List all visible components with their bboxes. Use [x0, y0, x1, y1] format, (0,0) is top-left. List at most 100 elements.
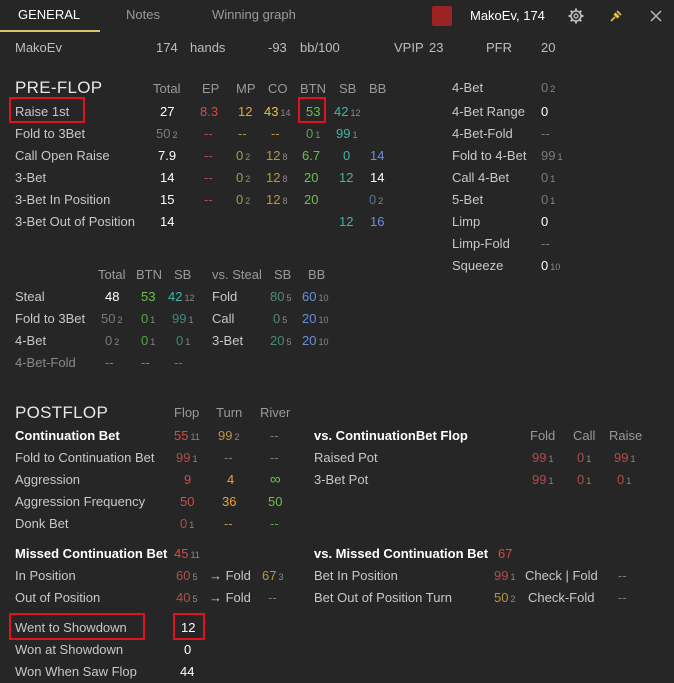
stat-value[interactable]: -- — [238, 126, 247, 141]
stat-value[interactable]: 20 10 — [302, 311, 328, 326]
stat-value[interactable]: 45 11 — [174, 546, 200, 561]
stat-value[interactable]: 50 2 — [494, 590, 515, 605]
tab-general[interactable]: GENERAL — [18, 7, 80, 22]
stat-label-4bet-range[interactable]: 4-Bet Range — [452, 104, 525, 119]
stat-label-limp-fold[interactable]: Limp-Fold — [452, 236, 510, 251]
stat-value[interactable]: 15 — [160, 192, 174, 207]
pin-icon[interactable] — [606, 6, 626, 26]
stat-value[interactable]: 01 — [141, 333, 155, 348]
player-color-swatch[interactable] — [432, 6, 452, 26]
stat-value[interactable]: -- — [270, 450, 279, 465]
stat-label-donk-bet[interactable]: Donk Bet — [15, 516, 68, 531]
stat-value[interactable]: -- — [141, 355, 150, 370]
stat-value[interactable]: 42 12 — [168, 289, 194, 304]
stat-value[interactable]: 0 10 — [541, 258, 560, 273]
stat-value[interactable]: 01 — [306, 126, 320, 141]
stat-value[interactable]: 8.3 — [200, 104, 218, 119]
stat-label-5bet[interactable]: 5-Bet — [452, 192, 483, 207]
stat-value[interactable]: -- — [618, 568, 627, 583]
stat-label-raised-pot[interactable]: Raised Pot — [314, 450, 378, 465]
stat-value[interactable]: 01 — [577, 472, 591, 487]
stat-label-call-4bet[interactable]: Call 4-Bet — [452, 170, 509, 185]
stat-label-3bet-in-position[interactable]: 3-Bet In Position — [15, 192, 110, 207]
stat-value[interactable]: 12 — [238, 104, 252, 119]
stat-value[interactable]: 02 — [369, 192, 383, 207]
stat-value[interactable]: 40 5 — [176, 590, 197, 605]
stat-value[interactable]: 02 — [236, 148, 250, 163]
stat-value[interactable]: 99 1 — [336, 126, 357, 141]
stat-value[interactable]: ∞ — [270, 471, 281, 488]
stat-value[interactable]: 16 — [370, 214, 384, 229]
stat-value[interactable]: -- — [105, 355, 114, 370]
stat-value[interactable]: 01 — [541, 192, 555, 207]
stat-value[interactable]: 60 5 — [176, 568, 197, 583]
gear-icon[interactable] — [566, 6, 586, 26]
stat-label-3bet-pot[interactable]: 3-Bet Pot — [314, 472, 368, 487]
stat-value[interactable]: 02 — [105, 333, 119, 348]
stat-value[interactable]: 6.7 — [302, 148, 320, 163]
stat-value[interactable]: 9 — [184, 472, 191, 487]
stat-value[interactable]: 67 3 — [262, 568, 283, 583]
stat-label-fold-to-4bet[interactable]: Fold to 4-Bet — [452, 148, 526, 163]
stat-label-squeeze[interactable]: Squeeze — [452, 258, 503, 273]
stat-value[interactable]: 50 2 — [156, 126, 177, 141]
stat-value[interactable]: -- — [268, 590, 277, 605]
stat-value[interactable]: 4 — [227, 472, 234, 487]
stat-value[interactable]: 14 — [370, 148, 384, 163]
stat-value[interactable]: 12 8 — [266, 192, 287, 207]
stat-label-aggression[interactable]: Aggression — [15, 472, 80, 487]
stat-value[interactable]: 01 — [577, 450, 591, 465]
stat-value[interactable]: 99 1 — [494, 568, 515, 583]
stat-label-vs-steal-3bet[interactable]: 3-Bet — [212, 333, 243, 348]
stat-value[interactable]: 05 — [273, 311, 287, 326]
stat-label-aggression-frequency[interactable]: Aggression Frequency — [15, 494, 145, 509]
stat-value[interactable]: 12 — [339, 214, 353, 229]
stat-value[interactable]: 20 — [304, 170, 318, 185]
stat-label-limp[interactable]: Limp — [452, 214, 480, 229]
stat-label-bet-in-position[interactable]: Bet In Position — [314, 568, 398, 583]
stat-value[interactable]: 20 10 — [302, 333, 328, 348]
stat-label-3bet-out-of-position[interactable]: 3-Bet Out of Position — [15, 214, 135, 229]
stat-value[interactable]: -- — [541, 126, 550, 141]
stat-value[interactable]: 50 2 — [101, 311, 122, 326]
stat-label-fold-to-3bet[interactable]: Fold to 3Bet — [15, 126, 85, 141]
stat-value[interactable]: 0 — [343, 148, 350, 163]
stat-value[interactable]: 12 8 — [266, 148, 287, 163]
stat-label-steal-fold-to-3bet[interactable]: Fold to 3Bet — [15, 311, 85, 326]
stat-value[interactable]: -- — [271, 126, 280, 141]
stat-value[interactable]: -- — [204, 126, 213, 141]
stat-value[interactable]: -- — [618, 590, 627, 605]
stat-label-continuation-bet[interactable]: Continuation Bet — [15, 428, 120, 443]
stat-value[interactable]: -- — [204, 192, 213, 207]
stat-value[interactable]: 36 — [222, 494, 236, 509]
stat-value[interactable]: 60 10 — [302, 289, 328, 304]
stat-value[interactable]: -- — [224, 450, 233, 465]
stat-value[interactable]: -- — [224, 516, 233, 531]
close-icon[interactable] — [646, 6, 666, 26]
stat-label-steal[interactable]: Steal — [15, 289, 45, 304]
stat-label-steal-4bet-fold[interactable]: 4-Bet-Fold — [15, 355, 76, 370]
stat-value[interactable]: 01 — [180, 516, 194, 531]
stat-value[interactable]: 50 — [180, 494, 194, 509]
stat-value[interactable]: 7.9 — [158, 148, 176, 163]
stat-label-won-when-saw-flop[interactable]: Won When Saw Flop — [15, 664, 137, 679]
stat-label-bet-out-of-position-turn[interactable]: Bet Out of Position Turn — [314, 590, 452, 605]
stat-label-won-at-showdown[interactable]: Won at Showdown — [15, 642, 123, 657]
tab-notes[interactable]: Notes — [126, 7, 160, 22]
stat-value[interactable]: -- — [204, 148, 213, 163]
stat-label-3bet[interactable]: 3-Bet — [15, 170, 46, 185]
stat-label-missed-continuation-bet[interactable]: Missed Continuation Bet — [15, 546, 167, 561]
stat-value[interactable]: 27 — [160, 104, 174, 119]
stat-value[interactable]: 99 1 — [172, 311, 193, 326]
stat-label-4bet[interactable]: 4-Bet — [452, 80, 483, 95]
stat-value[interactable]: 99 1 — [614, 450, 635, 465]
stat-value[interactable]: 99 1 — [176, 450, 197, 465]
stat-value[interactable]: 48 — [105, 289, 119, 304]
stat-value[interactable]: 14 — [370, 170, 384, 185]
stat-value[interactable]: 20 — [304, 192, 318, 207]
stat-value[interactable]: 02 — [236, 170, 250, 185]
tab-winning-graph[interactable]: Winning graph — [212, 7, 296, 22]
stat-value[interactable]: 0 — [184, 642, 191, 657]
stat-value[interactable]: 01 — [541, 170, 555, 185]
stat-value[interactable]: 02 — [236, 192, 250, 207]
